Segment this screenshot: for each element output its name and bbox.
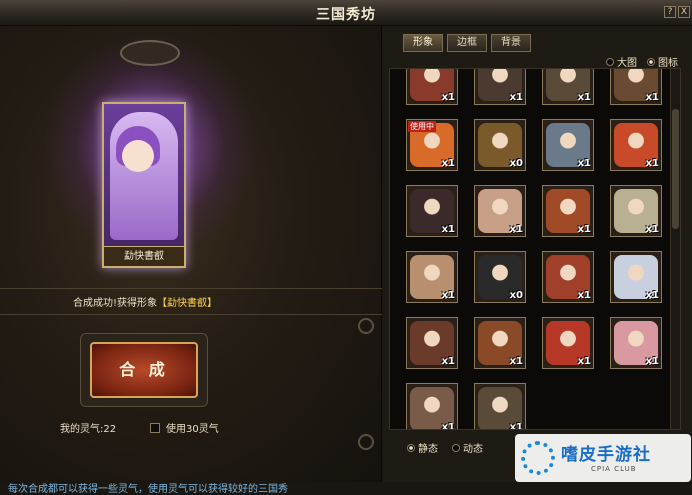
avatar-count: x1 <box>577 92 591 103</box>
view-large-label: 大图 <box>617 58 637 69</box>
avatar-tile[interactable]: x0 <box>474 251 526 303</box>
avatar-count: x1 <box>441 224 455 235</box>
avatar-count: x1 <box>441 158 455 169</box>
tab-background[interactable]: 背景 <box>491 34 531 52</box>
scrollbar-thumb[interactable] <box>672 109 679 229</box>
avatar-count: x1 <box>645 158 659 169</box>
corner-ornament-icon <box>358 318 374 334</box>
mode-options: 静态 动态 <box>407 440 483 455</box>
view-icon-option[interactable]: 图标 <box>647 54 678 69</box>
site-name: 嗜皮手游社 <box>561 445 651 465</box>
avatar-count: x1 <box>645 290 659 301</box>
avatar-tile[interactable]: x1 <box>474 185 526 237</box>
view-icon-label: 图标 <box>658 58 678 69</box>
avatar-tile[interactable]: x1 <box>406 185 458 237</box>
avatar-count: x1 <box>441 356 455 367</box>
use30-label: 使用30灵气 <box>166 424 219 435</box>
tab-bar: 形象 边框 背景 <box>403 34 531 52</box>
collection-panel: 形象 边框 背景 大图 图标 x1 x1 x1 x1 使用中 x1 x0 x1 x1 x1 x1 x1… <box>383 26 692 482</box>
hint-text: 每次合成都可以获得一些灵气，使用灵气可以获得较好的三国秀 <box>8 484 288 495</box>
success-name: 【勐快書叡】 <box>157 298 217 309</box>
use30-checkbox[interactable] <box>150 422 160 433</box>
avatar-tile[interactable]: 使用中 x1 <box>406 119 458 171</box>
avatar-tile[interactable]: x1 <box>542 185 594 237</box>
avatar-tile[interactable]: x1 <box>610 119 662 171</box>
success-message: 合成成功!获得形象【勐快書叡】 <box>0 294 290 309</box>
avatar-count: x1 <box>645 92 659 103</box>
help-button[interactable]: ? <box>664 6 676 18</box>
close-button[interactable]: X <box>678 6 690 18</box>
window-title: 三国秀坊 <box>316 7 376 23</box>
site-logo: 嗜皮手游社 CPIA CLUB <box>515 434 691 482</box>
use30-option[interactable]: 使用30灵气 <box>150 420 219 435</box>
in-use-badge: 使用中 <box>408 121 436 132</box>
avatar-count: x1 <box>509 92 523 103</box>
avatar-count: x0 <box>509 158 523 169</box>
avatar-count: x1 <box>441 92 455 103</box>
view-options: 大图 图标 <box>606 54 678 69</box>
avatar-count: x1 <box>441 422 455 430</box>
card-name: 勐快書叡 <box>104 246 184 266</box>
corner-ornament-icon <box>358 434 374 450</box>
avatar-count: x1 <box>441 290 455 301</box>
avatar-tile[interactable]: x1 <box>474 69 526 105</box>
divider <box>0 314 382 315</box>
avatar-tile[interactable]: x1 <box>406 69 458 105</box>
avatar-tile[interactable]: x1 <box>610 185 662 237</box>
avatar-tile[interactable]: x0 <box>474 119 526 171</box>
combine-button[interactable]: 合 成 <box>90 342 198 398</box>
avatar-tile[interactable]: x1 <box>542 69 594 105</box>
spirit-count: 我的灵气:22 <box>60 424 117 435</box>
avatar-count: x1 <box>645 224 659 235</box>
mode-animated-option[interactable]: 动态 <box>452 440 483 455</box>
avatar-count: x0 <box>509 290 523 301</box>
radio-selected-icon <box>407 443 415 452</box>
portrait-face <box>122 140 154 172</box>
radio-icon <box>452 443 460 452</box>
success-prefix: 合成成功!获得形象 <box>72 298 157 309</box>
avatar-tile[interactable]: x1 <box>610 69 662 105</box>
avatar-tile[interactable]: x1 <box>542 251 594 303</box>
radio-icon <box>606 57 614 66</box>
avatar-tile[interactable]: x1 <box>406 383 458 430</box>
divider <box>0 288 382 289</box>
radio-selected-icon <box>647 57 655 66</box>
view-large-option[interactable]: 大图 <box>606 54 637 69</box>
avatar-count: x1 <box>509 224 523 235</box>
mode-static-option[interactable]: 静态 <box>407 440 438 455</box>
avatar-tile[interactable]: x1 <box>406 317 458 369</box>
avatar-tile[interactable]: x1 <box>542 119 594 171</box>
avatar-count: x1 <box>577 158 591 169</box>
logo-icon <box>521 441 555 475</box>
tab-border[interactable]: 边框 <box>447 34 487 52</box>
mode-static-label: 静态 <box>418 444 438 455</box>
avatar-tile[interactable]: x1 <box>610 251 662 303</box>
result-card: 勐快書叡 <box>102 102 186 268</box>
mode-animated-label: 动态 <box>463 444 483 455</box>
tab-appearance[interactable]: 形象 <box>403 34 443 52</box>
title-bar: 三国秀坊 ? X <box>0 0 692 26</box>
top-ornament-icon <box>120 40 180 66</box>
combine-panel: 勐快書叡 合成成功!获得形象【勐快書叡】 合 成 我的灵气:22 使用30灵气 … <box>0 26 382 495</box>
avatar-count: x1 <box>577 224 591 235</box>
site-name-en: CPIA CLUB <box>591 465 637 473</box>
avatar-tile[interactable]: x1 <box>406 251 458 303</box>
avatar-count: x1 <box>577 290 591 301</box>
